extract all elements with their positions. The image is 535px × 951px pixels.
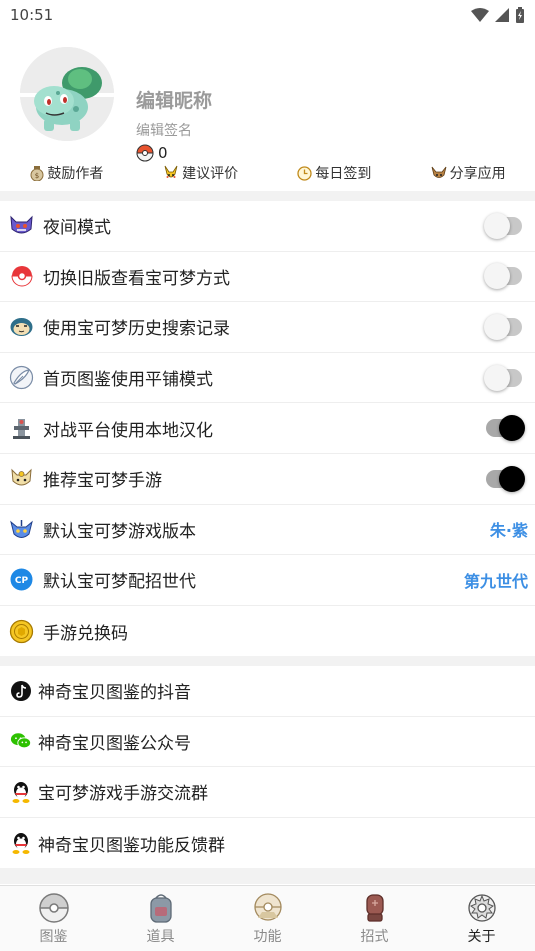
social-game-group-label: 宝可梦游戏手游交流群 — [38, 784, 208, 805]
nav-about[interactable]: 关于 — [428, 886, 535, 951]
setting-tile-mode[interactable]: 首页图鉴使用平铺模式 — [0, 353, 535, 404]
search-history-toggle[interactable] — [484, 313, 522, 340]
eevee-icon — [431, 166, 447, 178]
glove-nav-icon — [365, 893, 384, 922]
tiktok-icon — [10, 680, 32, 702]
social-wechat-label: 神奇宝贝图鉴公众号 — [38, 733, 191, 754]
pokeball-nav-icon — [38, 892, 69, 923]
setting-game-version-label: 默认宝可梦游戏版本 — [43, 521, 196, 542]
tower-icon — [9, 416, 34, 441]
cp-icon: CP — [9, 567, 34, 592]
profile-section: 编辑昵称 编辑签名 0 — [0, 30, 535, 162]
nav-pokedex-label: 图鉴 — [39, 928, 68, 945]
social-wechat[interactable]: 神奇宝贝图鉴公众号 — [0, 717, 535, 768]
setting-recommend-games[interactable]: 推荐宝可梦手游 — [0, 454, 535, 505]
wifi-icon — [471, 8, 489, 22]
action-share[interactable]: 分享应用 — [401, 163, 535, 183]
section-divider-2 — [0, 656, 535, 666]
setting-search-history-label: 使用宝可梦历史搜索记录 — [43, 319, 230, 340]
action-donate-label: 鼓励作者 — [47, 166, 104, 182]
local-translation-toggle[interactable] — [486, 415, 525, 442]
bulbasaur-avatar-icon — [20, 47, 114, 141]
setting-moveset-generation-label: 默认宝可梦配招世代 — [43, 572, 196, 593]
setting-recommend-games-label: 推荐宝可梦手游 — [43, 471, 162, 492]
pikachu-icon — [164, 165, 178, 178]
nickname[interactable]: 编辑昵称 — [136, 86, 212, 113]
nav-functions[interactable]: 功能 — [214, 886, 321, 951]
social-feedback-group[interactable]: 神奇宝贝图鉴功能反馈群 — [0, 818, 535, 869]
setting-redeem-code[interactable]: 手游兑换码 — [0, 606, 535, 657]
moveset-generation-value: 第九世代 — [463, 571, 528, 591]
setting-search-history[interactable]: 使用宝可梦历史搜索记录 — [0, 302, 535, 353]
settings-nav-icon — [467, 893, 496, 922]
quick-actions: $ 鼓励作者 建议评价 每日签到 分享应用 — [0, 155, 535, 191]
nav-moves[interactable]: 招式 — [321, 886, 428, 951]
social-tiktok-label: 神奇宝贝图鉴的抖音 — [38, 683, 191, 704]
money-bag-icon: $ — [30, 166, 44, 181]
status-bar: 10:51 — [0, 0, 535, 30]
feather-icon — [9, 365, 34, 390]
clock-icon — [297, 165, 313, 181]
nav-pokedex[interactable]: 图鉴 — [0, 886, 107, 951]
setting-moveset-generation[interactable]: CP 默认宝可梦配招世代 第九世代 — [0, 555, 535, 606]
setting-tile-mode-label: 首页图鉴使用平铺模式 — [43, 370, 213, 391]
old-view-toggle[interactable] — [484, 263, 522, 290]
bottom-nav: 图鉴 道具 功能 招式 关于 — [0, 885, 535, 951]
action-checkin-label: 每日签到 — [315, 166, 372, 182]
setting-old-view-label: 切换旧版查看宝可梦方式 — [43, 268, 230, 289]
qq-icon — [10, 832, 32, 855]
gengar-icon — [9, 213, 34, 238]
setting-night-mode-label: 夜间模式 — [43, 218, 111, 239]
tile-mode-toggle[interactable] — [484, 364, 522, 391]
signature[interactable]: 编辑签名 — [136, 120, 192, 140]
social-list: 神奇宝贝图鉴的抖音 神奇宝贝图鉴公众号 宝可梦游戏手游交流群 神奇宝贝图鉴功能反… — [0, 666, 535, 868]
nav-items-label: 道具 — [146, 928, 175, 945]
section-divider — [0, 191, 535, 201]
action-donate[interactable]: $ 鼓励作者 — [0, 163, 134, 183]
pokeball-icon — [9, 264, 34, 289]
status-icons — [471, 7, 525, 23]
avatar[interactable] — [20, 47, 114, 141]
miraidon-icon — [9, 517, 34, 542]
status-time: 10:51 — [10, 6, 54, 24]
nav-moves-label: 招式 — [360, 928, 389, 945]
backpack-nav-icon — [149, 893, 172, 923]
setting-old-view[interactable]: 切换旧版查看宝可梦方式 — [0, 252, 535, 303]
setting-night-mode[interactable]: 夜间模式 — [0, 201, 535, 252]
qq-icon — [10, 781, 32, 803]
nav-functions-label: 功能 — [253, 928, 282, 945]
coin-icon — [9, 619, 34, 644]
dex-nav-icon — [253, 892, 282, 921]
setting-local-translation-label: 对战平台使用本地汉化 — [43, 420, 213, 441]
action-rate[interactable]: 建议评价 — [134, 163, 268, 183]
section-divider-3 — [0, 868, 535, 884]
nav-about-label: 关于 — [467, 928, 496, 945]
svg-text:$: $ — [35, 172, 39, 180]
setting-local-translation[interactable]: 对战平台使用本地汉化 — [0, 403, 535, 454]
battery-icon — [516, 7, 524, 23]
social-game-group[interactable]: 宝可梦游戏手游交流群 — [0, 767, 535, 818]
action-share-label: 分享应用 — [449, 166, 506, 182]
action-rate-label: 建议评价 — [182, 166, 239, 182]
setting-game-version[interactable]: 默认宝可梦游戏版本 朱·紫 — [0, 505, 535, 556]
social-feedback-group-label: 神奇宝贝图鉴功能反馈群 — [38, 835, 225, 856]
svg-text:CP: CP — [15, 576, 29, 586]
social-tiktok[interactable]: 神奇宝贝图鉴的抖音 — [0, 666, 535, 717]
game-version-value: 朱·紫 — [489, 521, 528, 541]
settings-list: 夜间模式 切换旧版查看宝可梦方式 使用宝可梦历史搜索记录 首页图鉴使用平铺模式 … — [0, 201, 535, 656]
signal-icon — [495, 8, 509, 22]
meowth-icon — [9, 466, 34, 491]
setting-redeem-code-label: 手游兑换码 — [43, 623, 128, 644]
recommend-games-toggle[interactable] — [486, 465, 525, 492]
action-checkin[interactable]: 每日签到 — [268, 163, 402, 183]
wechat-icon — [10, 730, 32, 752]
snorlax-icon — [9, 314, 34, 339]
night-mode-toggle[interactable] — [484, 212, 522, 239]
nav-items[interactable]: 道具 — [107, 886, 214, 951]
